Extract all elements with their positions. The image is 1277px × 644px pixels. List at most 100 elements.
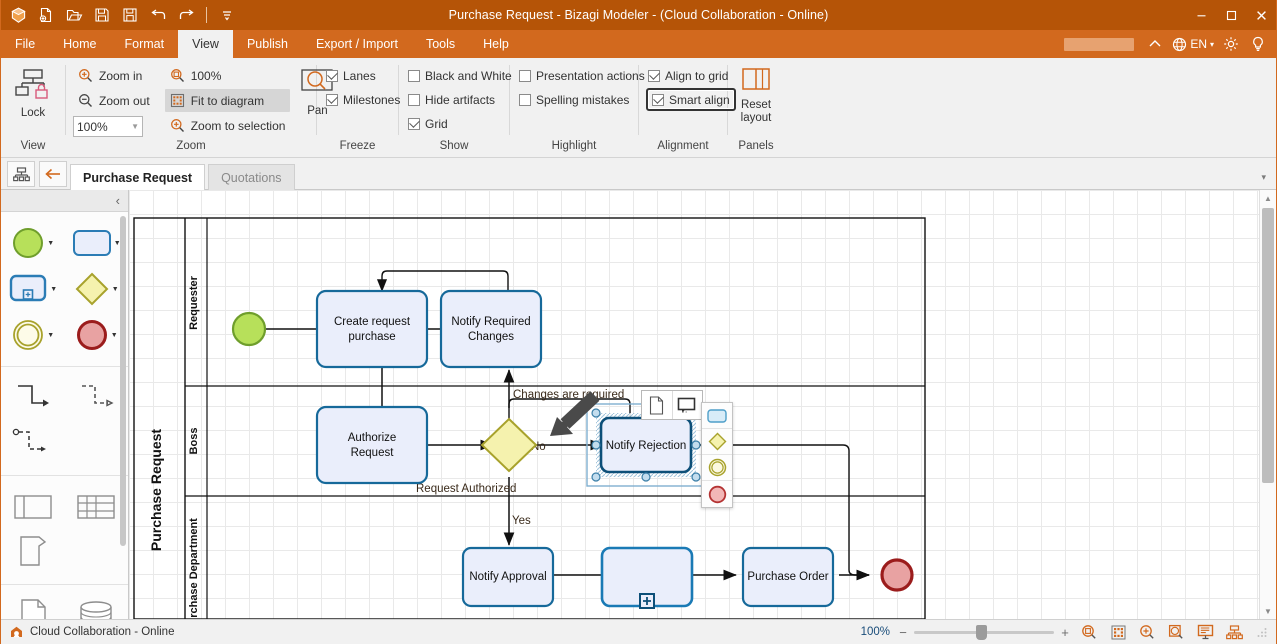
diagram-tree-icon[interactable] xyxy=(7,161,35,187)
zoom-in-button[interactable] xyxy=(1136,622,1158,642)
zoom-in-button[interactable]: Zoom in xyxy=(73,64,155,87)
chevron-down-icon[interactable]: ▼ xyxy=(112,286,119,293)
open-folder-icon[interactable] xyxy=(61,2,87,28)
palette-data-object-shape[interactable] xyxy=(1,593,65,619)
zoom-out-slider-button[interactable]: − xyxy=(897,625,909,640)
checkbox-presentation-actions[interactable]: Presentation actions xyxy=(517,64,647,87)
tab-quotations[interactable]: Quotations xyxy=(208,164,295,190)
fit-to-diagram-button[interactable]: Fit to diagram xyxy=(164,89,291,112)
resize-grip-icon[interactable] xyxy=(1256,626,1268,638)
diagram-canvas[interactable]: Purchase Request Requester Boss Purchase… xyxy=(129,190,1276,619)
palette-scrollbar-thumb[interactable] xyxy=(120,216,126,546)
checkbox-hide-artifacts[interactable]: Hide artifacts xyxy=(406,88,514,111)
close-button[interactable] xyxy=(1246,0,1276,30)
chevron-down-icon[interactable]: ▼ xyxy=(47,240,54,247)
bizagi-logo-icon[interactable] xyxy=(5,2,31,28)
palette-sequence-flow-connector[interactable] xyxy=(1,375,65,421)
new-file-icon[interactable] xyxy=(33,2,59,28)
presentation-mode-button[interactable] xyxy=(1194,622,1216,642)
menu-tab-export-import[interactable]: Export / Import xyxy=(302,30,412,58)
palette-pool-shape[interactable] xyxy=(1,484,65,530)
zoom-slider-track[interactable] xyxy=(914,624,1054,640)
shape-notify-required-changes[interactable]: Notify Required Changes xyxy=(439,289,543,369)
save-as-icon[interactable] xyxy=(117,2,143,28)
redo-icon[interactable] xyxy=(173,2,199,28)
chevron-down-icon[interactable]: ▼ xyxy=(111,332,118,339)
language-selector[interactable]: EN ▾ xyxy=(1170,37,1216,52)
shape-notify-approval[interactable]: Notify Approval xyxy=(461,546,555,608)
zoom-level-combobox[interactable]: 100% ▼ xyxy=(73,116,143,137)
zoom-slider-thumb[interactable] xyxy=(976,624,987,640)
checkbox-grid[interactable]: Grid xyxy=(406,112,514,135)
zoom-100-button[interactable]: 100% xyxy=(165,64,291,87)
checkbox-spelling-mistakes[interactable]: Spelling mistakes xyxy=(517,88,647,111)
reset-layout-button[interactable]: Reset layout xyxy=(735,64,777,125)
palette-collapse-button[interactable]: ‹ xyxy=(1,190,128,212)
checkbox-align-to-grid[interactable]: Align to grid xyxy=(646,64,736,87)
palette-association-connector[interactable] xyxy=(1,421,65,467)
palette-start-event-shape[interactable]: ▼ xyxy=(1,220,65,266)
actual-size-button[interactable] xyxy=(1078,622,1100,642)
attach-data-object-icon[interactable] xyxy=(642,391,673,419)
menu-tab-home[interactable]: Home xyxy=(49,30,110,58)
zoom-to-selection-button[interactable]: Zoom to selection xyxy=(165,114,291,137)
palette-subprocess-shape[interactable]: ▼ xyxy=(1,266,65,312)
chevron-down-icon[interactable]: ▼ xyxy=(50,286,57,293)
checkbox-black-and-white[interactable]: Black and White xyxy=(406,64,514,87)
chevron-down-icon[interactable]: ▼ xyxy=(47,332,54,339)
lightbulb-icon[interactable] xyxy=(1246,32,1270,56)
lock-button[interactable]: Lock xyxy=(8,64,58,120)
minimize-button[interactable] xyxy=(1186,0,1216,30)
canvas-scrollbar-thumb[interactable] xyxy=(1262,208,1274,483)
menu-tab-tools[interactable]: Tools xyxy=(412,30,469,58)
menu-tab-file[interactable]: File xyxy=(1,30,49,58)
maximize-button[interactable] xyxy=(1216,0,1246,30)
menu-tab-publish[interactable]: Publish xyxy=(233,30,302,58)
tab-purchase-request[interactable]: Purchase Request xyxy=(70,164,206,190)
zoom-out-button[interactable]: Zoom out xyxy=(73,89,155,112)
shape-subprocess[interactable] xyxy=(600,546,694,609)
palette-message-flow-connector[interactable] xyxy=(65,375,129,421)
menu-tab-view[interactable]: View xyxy=(178,30,233,58)
shape-start-event[interactable] xyxy=(231,311,267,347)
back-arrow-icon[interactable] xyxy=(39,161,67,187)
palette-task-shape[interactable]: ▼ xyxy=(65,220,129,266)
shape-authorize-request[interactable]: Authorize Request xyxy=(315,405,429,485)
palette-gateway-shape[interactable]: ▼ xyxy=(65,266,129,312)
palette-intermediate-event-shape[interactable]: ▼ xyxy=(1,312,65,358)
canvas-vertical-scrollbar[interactable]: ▲ ▼ xyxy=(1259,190,1276,619)
palette-end-event-shape[interactable]: ▼ xyxy=(65,312,129,358)
customize-qat-icon[interactable] xyxy=(214,2,240,28)
checkbox-smart-align[interactable]: Smart align xyxy=(646,88,736,111)
zoom-to-selection-button[interactable] xyxy=(1165,622,1187,642)
zoom-slider[interactable]: − + xyxy=(897,624,1071,640)
quick-gateway-shape[interactable] xyxy=(702,429,732,455)
tab-overflow-caret-icon[interactable]: ▾ xyxy=(1261,172,1266,183)
palette-milestone-shape[interactable] xyxy=(1,530,65,576)
palette-lane-matrix-shape[interactable] xyxy=(65,484,129,530)
menu-tab-format[interactable]: Format xyxy=(111,30,179,58)
quick-intermediate-event-shape[interactable] xyxy=(702,455,732,481)
checkbox-lanes[interactable]: Lanes xyxy=(324,64,402,87)
shape-purchase-order[interactable]: Purchase Order xyxy=(741,546,835,608)
status-connection[interactable]: Cloud Collaboration - Online xyxy=(9,625,174,639)
scroll-up-arrow-icon[interactable]: ▲ xyxy=(1260,190,1276,206)
shape-end-event[interactable] xyxy=(880,558,914,592)
undo-icon[interactable] xyxy=(145,2,171,28)
add-annotation-icon[interactable] xyxy=(673,391,703,419)
diagram-view-button[interactable] xyxy=(1223,622,1245,642)
quick-end-event-shape[interactable] xyxy=(702,481,732,507)
menu-tab-help[interactable]: Help xyxy=(469,30,523,58)
scroll-down-arrow-icon[interactable]: ▼ xyxy=(1260,603,1276,619)
quick-task-shape[interactable] xyxy=(702,403,732,429)
gear-icon[interactable] xyxy=(1219,32,1243,56)
shape-create-request-purchase[interactable]: Create request purchase xyxy=(315,289,429,369)
save-icon[interactable] xyxy=(89,2,115,28)
zoom-in-slider-button[interactable]: + xyxy=(1059,625,1071,640)
checkbox-milestones[interactable]: Milestones xyxy=(324,88,402,111)
collapse-ribbon-icon[interactable] xyxy=(1143,32,1167,56)
user-account-label[interactable] xyxy=(1064,37,1135,51)
palette-data-store-shape[interactable] xyxy=(65,593,129,619)
shape-gateway-exclusive[interactable] xyxy=(480,417,538,473)
fit-to-diagram-button[interactable] xyxy=(1107,622,1129,642)
